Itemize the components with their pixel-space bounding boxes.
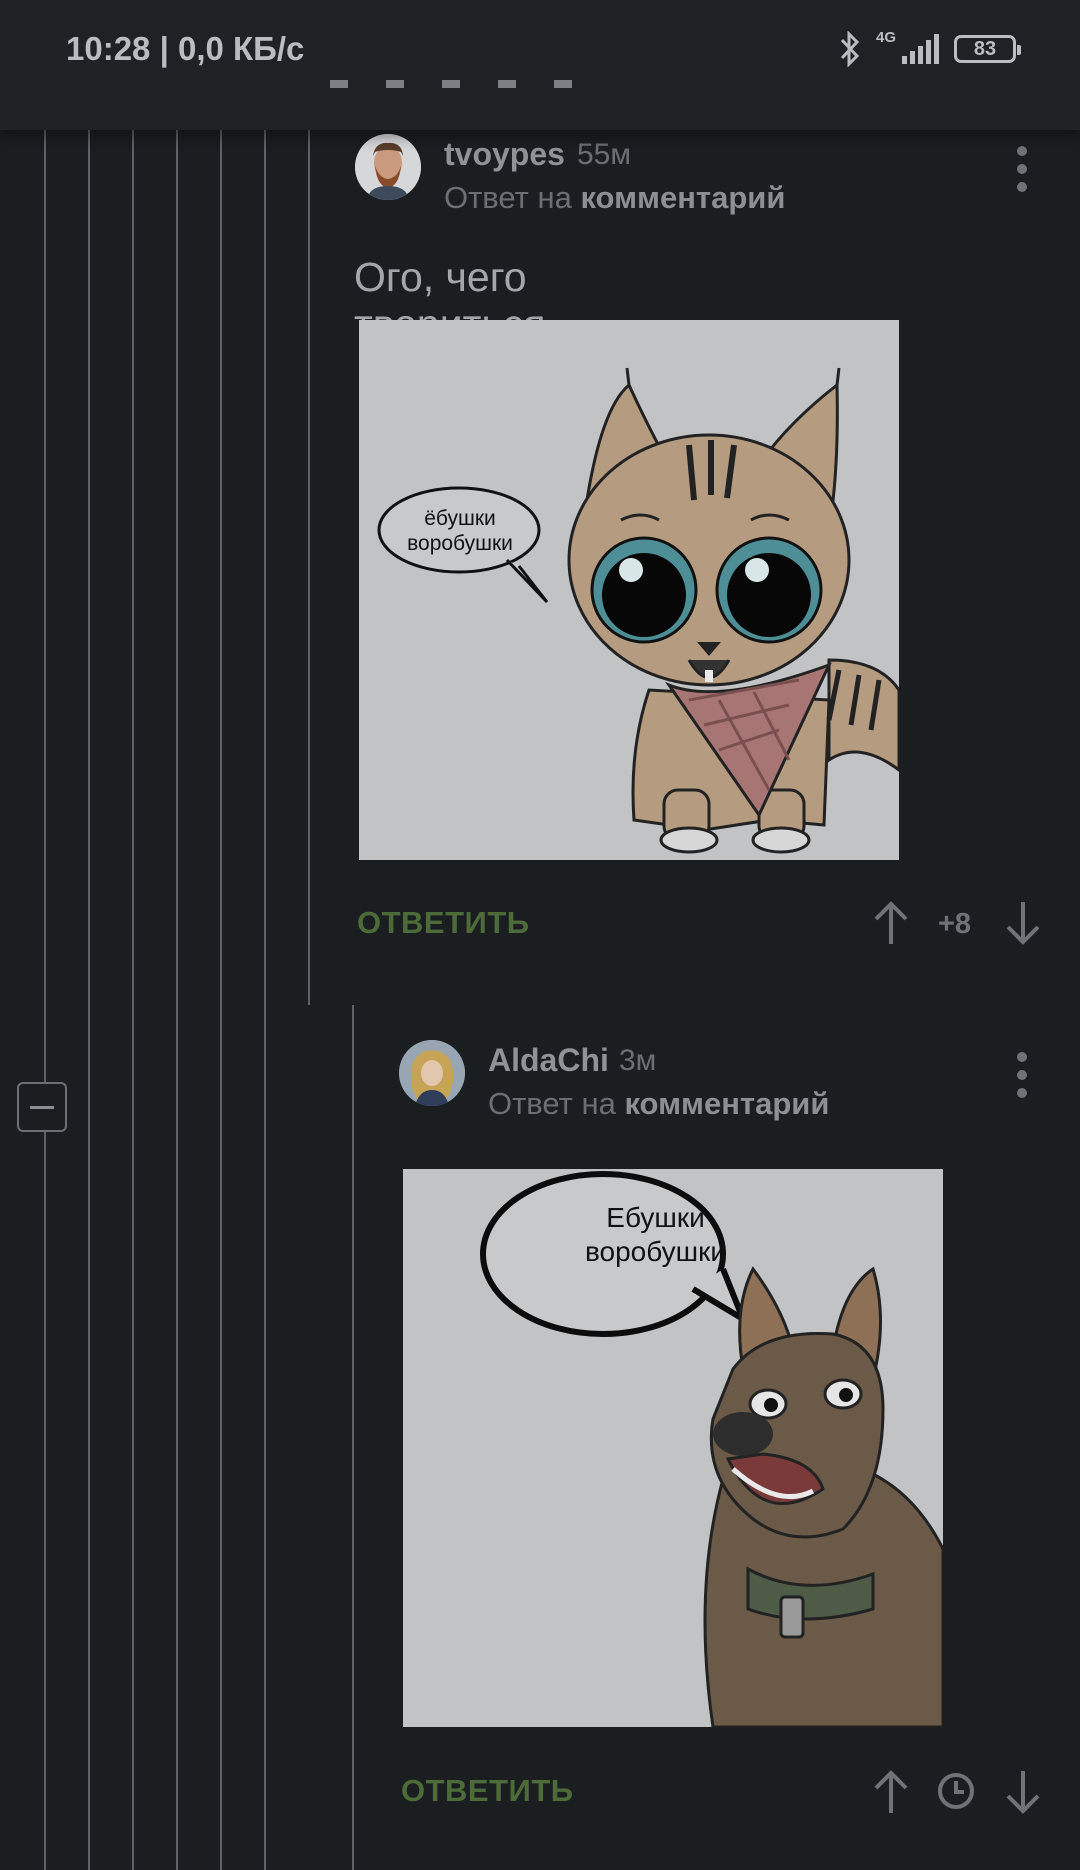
signal-icon xyxy=(902,34,939,64)
username[interactable]: AldaChi xyxy=(488,1042,609,1079)
more-options-icon[interactable] xyxy=(1012,1052,1032,1098)
thread-line xyxy=(264,130,266,1870)
thread-line xyxy=(176,130,178,1870)
battery-level: 83 xyxy=(973,37,997,60)
more-options-icon[interactable] xyxy=(1012,146,1032,192)
speech-bubble-text: Ебушки воробушки xyxy=(584,1202,727,1267)
comment-image[interactable]: Ебушки воробушки xyxy=(403,1169,943,1727)
comment-time: 3м xyxy=(619,1044,657,1077)
status-icons: 4G 83 xyxy=(838,26,1021,72)
collapse-thread-button[interactable] xyxy=(17,1082,67,1132)
username[interactable]: tvoypes xyxy=(444,136,565,173)
thread-line xyxy=(88,130,90,1870)
reply-to-prefix: Ответ на xyxy=(488,1086,616,1121)
battery-icon: 83 xyxy=(954,35,1021,63)
thread-line xyxy=(132,130,134,1870)
comment-time: 55м xyxy=(577,138,631,171)
header-title-fragment xyxy=(330,70,750,90)
status-time: 10:28 | 0,0 КБ/с xyxy=(66,30,305,67)
downvote-arrow-icon[interactable] xyxy=(1003,1767,1043,1817)
bluetooth-icon xyxy=(840,31,860,67)
thread-line xyxy=(220,130,222,1870)
reply-to-prefix: Ответ на xyxy=(444,180,572,215)
thread-line xyxy=(352,1005,354,1870)
lynx-kitten-illustration xyxy=(359,320,899,860)
reply-to-label: Ответ на комментарий xyxy=(488,1086,829,1122)
reply-to-link[interactable]: комментарий xyxy=(580,180,785,215)
avatar-image xyxy=(399,1040,465,1106)
reply-to-link[interactable]: комментарий xyxy=(624,1086,829,1121)
upvote-arrow-icon[interactable] xyxy=(871,898,911,948)
clock-icon xyxy=(938,1773,974,1809)
avatar-image xyxy=(355,134,421,200)
speech-bubble-text: ёбушки воробушки xyxy=(407,507,513,555)
thread-line xyxy=(308,130,310,1005)
rating-score: +8 xyxy=(938,908,972,940)
status-bar: 10:28 | 0,0 КБ/с 4G 83 xyxy=(0,0,1080,130)
comment-image[interactable]: ёбушки воробушки xyxy=(359,320,899,860)
downvote-arrow-icon[interactable] xyxy=(1003,898,1043,948)
reply-to-label: Ответ на комментарий xyxy=(444,180,785,216)
upvote-arrow-icon[interactable] xyxy=(871,1767,911,1817)
avatar[interactable] xyxy=(355,134,421,200)
reply-button[interactable]: ОТВЕТИТЬ xyxy=(401,1773,574,1809)
network-type: 4G xyxy=(875,28,896,46)
reply-button[interactable]: ОТВЕТИТЬ xyxy=(357,905,530,941)
avatar[interactable] xyxy=(399,1040,465,1106)
thread-line xyxy=(44,130,46,1870)
